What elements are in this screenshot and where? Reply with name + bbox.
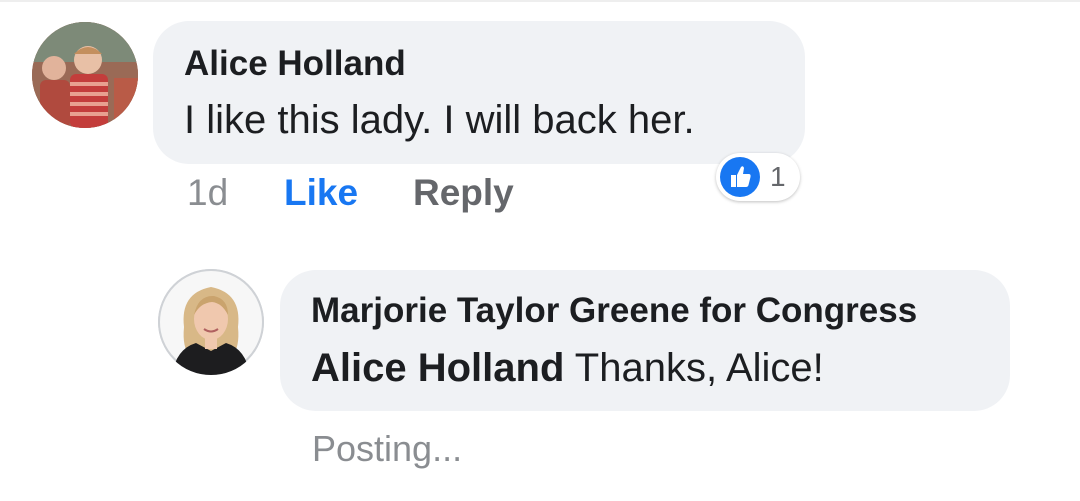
reply-author[interactable]: Marjorie Taylor Greene for Congress (311, 291, 917, 331)
like-button[interactable]: Like (284, 172, 358, 214)
comment-text: I like this lady. I will back her. (184, 98, 695, 142)
reaction-summary[interactable]: 1 (716, 153, 800, 201)
avatar-photo (158, 269, 264, 375)
reaction-count: 1 (770, 161, 786, 192)
avatar-photo (32, 22, 138, 128)
avatar-marjorie-taylor-greene[interactable] (158, 269, 264, 375)
avatar-alice-holland[interactable] (32, 22, 138, 128)
comment-author[interactable]: Alice Holland (184, 44, 406, 84)
top-divider (0, 0, 1080, 2)
posting-status: Posting... (312, 428, 463, 469)
reply-button[interactable]: Reply (413, 172, 514, 214)
reply-message: Thanks, Alice! (564, 346, 824, 390)
reply-text: Alice Holland Thanks, Alice! (311, 346, 824, 391)
like-icon (720, 157, 760, 197)
comment-timestamp[interactable]: 1d (187, 172, 228, 214)
mention-link[interactable]: Alice Holland (311, 346, 564, 390)
